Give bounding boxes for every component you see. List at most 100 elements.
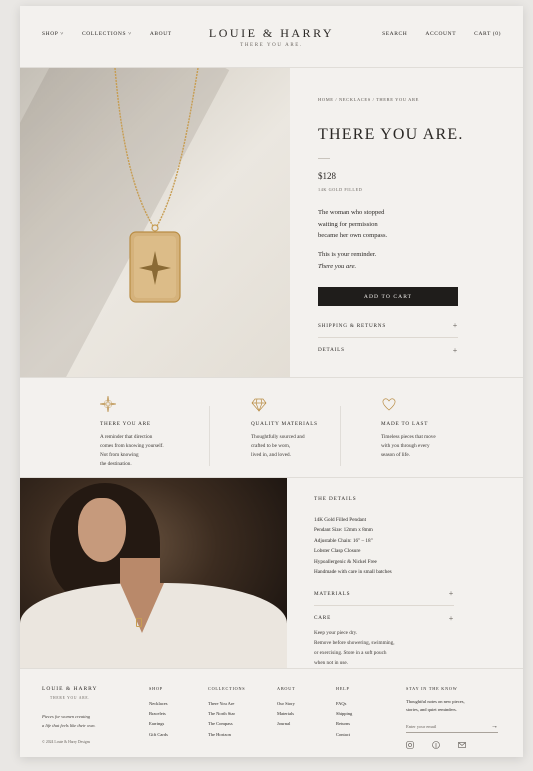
feature-quality-materials: QUALITY MATERIALS Thoughtfully sourced a…: [251, 396, 331, 460]
nav-search[interactable]: SEARCH: [382, 31, 407, 37]
description-line: waiting for permission: [318, 220, 378, 228]
care-line: Remove before showering, swimming,: [314, 640, 395, 646]
footer-col-heading: COLLECTIONS: [208, 686, 246, 691]
pinterest-icon[interactable]: [432, 741, 440, 749]
details-list: 14K Gold Filled Pendant Pendant Size: 12…: [314, 515, 392, 577]
details-line: Adjustable Chain: 16" – 18": [314, 537, 373, 544]
compass-star-icon: [99, 395, 117, 413]
add-to-cart-button[interactable]: ADD TO CART: [318, 287, 458, 306]
accordion-label: CARE: [314, 615, 332, 621]
product-price: $128: [318, 171, 336, 181]
feature-line: lived in, and loved.: [251, 452, 291, 458]
feature-line: with you through every: [381, 443, 430, 449]
blurb-line: Pieces for women creating: [42, 714, 90, 719]
shipping-returns-accordion[interactable]: SHIPPING & RETURNS +: [318, 314, 458, 338]
reminder-italic: There you are.: [318, 262, 357, 270]
footer-col-heading: SHOP: [149, 686, 163, 691]
nav-cart[interactable]: CART (0): [474, 31, 501, 37]
newsletter-line: stories, and quiet reminders.: [406, 706, 457, 712]
feature-text: Timeless pieces that move with you throu…: [381, 433, 461, 460]
footer-link[interactable]: Gift Cards: [149, 730, 168, 740]
footer-link[interactable]: There You Are: [208, 699, 245, 709]
footer-link[interactable]: Contact: [336, 730, 352, 740]
footer-link[interactable]: The North Star: [208, 709, 245, 719]
heart-icon: [382, 398, 396, 411]
care-text: Keep your piece dry. Remove before showe…: [314, 628, 395, 668]
description-line: The woman who stopped: [318, 209, 385, 216]
footer-col-collections: COLLECTIONS There You Are The North Star…: [208, 686, 245, 740]
feature-divider: [340, 406, 341, 466]
arrow-right-icon[interactable]: →: [491, 722, 498, 730]
product-title: THERE YOU ARE.: [318, 126, 464, 143]
footer-link[interactable]: FAQs: [336, 699, 352, 709]
instagram-icon[interactable]: [406, 741, 414, 749]
utility-nav: SEARCH ACCOUNT CART (0): [382, 31, 501, 37]
copyright: © 2024 Louie & Harry Designs: [42, 740, 91, 744]
newsletter-line: Thoughtful notes on new pieces,: [406, 699, 465, 704]
email-placeholder: Enter your email: [406, 723, 437, 729]
feature-line: Thoughtfully sourced and: [251, 434, 305, 440]
feature-title: THERE YOU ARE: [100, 421, 151, 427]
plus-icon: +: [452, 345, 458, 355]
footer-link[interactable]: Journal: [277, 719, 295, 729]
feature-line: Not from knowing: [100, 452, 139, 458]
plus-icon: +: [452, 321, 458, 330]
plus-icon: +: [448, 589, 454, 598]
features-strip: THERE YOU ARE A reminder that direction …: [20, 377, 523, 478]
product-metal: 14K GOLD FILLED: [318, 187, 363, 192]
accordion-label: MATERIALS: [314, 590, 351, 597]
site-footer: LOUIE & HARRY THERE YOU ARE. Pieces for …: [20, 668, 523, 757]
nav-account[interactable]: ACCOUNT: [425, 31, 456, 37]
feature-line: Timeless pieces that move: [381, 434, 436, 440]
feature-line: season of life.: [381, 452, 410, 458]
footer-link[interactable]: Necklaces: [149, 699, 168, 709]
footer-col-about: ABOUT Our Story Materials Journal: [277, 686, 295, 730]
footer-link[interactable]: Materials: [277, 709, 295, 719]
photo-pendant: [136, 618, 142, 627]
feature-title: QUALITY MATERIALS: [251, 421, 318, 427]
lifestyle-photo: [20, 478, 287, 668]
newsletter: STAY IN THE KNOW Thoughtful notes on new…: [406, 686, 498, 749]
newsletter-heading: STAY IN THE KNOW: [406, 686, 458, 691]
care-line: or exercising. Store in a soft pouch: [314, 650, 387, 656]
reminder-line: This is your reminder.: [318, 251, 377, 258]
feature-line: the destination.: [100, 461, 132, 467]
footer-link[interactable]: Shipping: [336, 709, 352, 719]
product-image[interactable]: [20, 68, 290, 377]
care-accordion[interactable]: CARE +: [314, 606, 454, 630]
footer-link[interactable]: The Compass: [208, 719, 245, 729]
feature-text: Thoughtfully sourced and crafted to be w…: [251, 433, 331, 460]
care-line: when not in use.: [314, 660, 349, 666]
email-field[interactable]: Enter your email →: [406, 720, 498, 733]
footer-link[interactable]: Bracelets: [149, 709, 168, 719]
feature-divider: [209, 406, 210, 466]
footer-col-heading: ABOUT: [277, 686, 296, 691]
social-links: [406, 741, 498, 749]
breadcrumb[interactable]: HOME / NECKLACES / THERE YOU ARE: [318, 97, 419, 102]
footer-link[interactable]: The Horizon: [208, 730, 245, 740]
materials-accordion[interactable]: MATERIALS +: [314, 582, 454, 606]
blurb-line: a life that feels like their own.: [42, 723, 96, 728]
details-line: Handmade with care in small batches: [314, 569, 392, 576]
newsletter-text: Thoughtful notes on new pieces, stories,…: [406, 698, 498, 713]
footer-link[interactable]: Earrings: [149, 719, 168, 729]
title-divider: [318, 158, 330, 159]
footer-link[interactable]: Returns: [336, 719, 352, 729]
diamond-icon: [251, 398, 267, 412]
accordion-label: DETAILS: [318, 347, 345, 353]
description-line: became her own compass.: [318, 232, 388, 240]
footer-brand[interactable]: LOUIE & HARRY: [42, 686, 97, 692]
footer-link[interactable]: Our Story: [277, 699, 295, 709]
feature-line: crafted to be worn,: [251, 443, 291, 449]
page: SHOP ˅ COLLECTIONS ˅ ABOUT LOUIE & HARRY…: [20, 6, 523, 757]
feature-line: comes from knowing yourself.: [100, 443, 164, 449]
details-accordion[interactable]: DETAILS +: [318, 338, 458, 362]
product-description: The woman who stopped waiting for permis…: [318, 207, 458, 242]
feature-text: A reminder that direction comes from kno…: [100, 433, 180, 469]
brand-tagline: THERE YOU ARE.: [240, 43, 303, 48]
photo-face: [78, 498, 126, 562]
product-reminder: This is your reminder. There you are.: [318, 249, 376, 272]
care-line: Keep your piece dry.: [314, 630, 358, 636]
email-icon[interactable]: [458, 741, 466, 749]
feature-there-you-are: THERE YOU ARE A reminder that direction …: [99, 395, 180, 469]
